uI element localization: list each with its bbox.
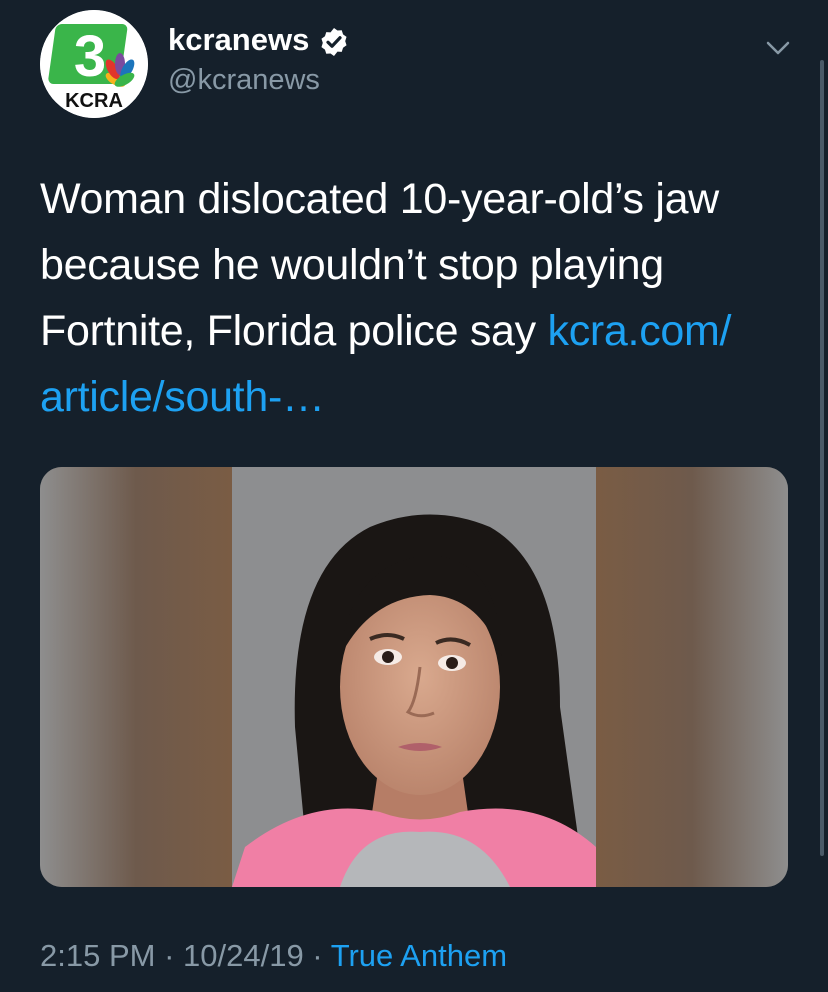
tweet-source-link[interactable]: True Anthem xyxy=(331,938,507,973)
svg-text:3: 3 xyxy=(74,24,106,89)
display-name[interactable]: kcranews xyxy=(168,22,309,58)
scrollbar[interactable] xyxy=(820,60,824,856)
meta-separator: · xyxy=(155,938,184,973)
meta-separator: · xyxy=(303,938,331,973)
tweet-meta: 2:15 PM · 10/24/19 · True Anthem xyxy=(40,938,507,974)
tweet-date: 10/24/19 xyxy=(183,938,304,973)
tweet-text: Woman dislocated 10-year-old’s jaw becau… xyxy=(40,166,790,430)
tweet-photo[interactable] xyxy=(40,467,788,887)
avatar[interactable]: 3 KCRA xyxy=(40,10,148,118)
kcra-logo-text: KCRA xyxy=(65,90,123,112)
verified-badge-icon xyxy=(321,28,347,56)
mugshot-photo xyxy=(40,467,788,887)
kcra-logo: 3 KCRA xyxy=(40,10,148,118)
tweet-time: 2:15 PM xyxy=(40,938,156,973)
user-handle[interactable]: @kcranews xyxy=(168,64,320,97)
chevron-down-icon[interactable] xyxy=(764,34,792,62)
